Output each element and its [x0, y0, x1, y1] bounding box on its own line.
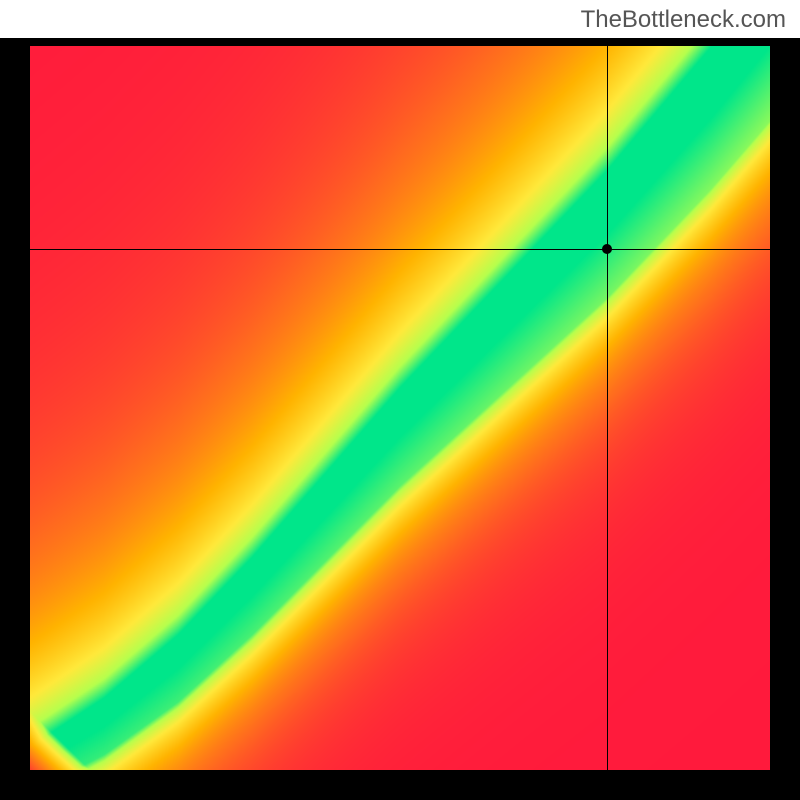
watermark-text: TheBottleneck.com [581, 6, 786, 34]
marker-dot [602, 244, 612, 254]
heatmap-canvas [30, 46, 770, 770]
crosshair-vertical [607, 46, 608, 770]
crosshair-horizontal [30, 249, 770, 250]
chart-frame [0, 38, 800, 800]
heatmap-plot [30, 46, 770, 770]
